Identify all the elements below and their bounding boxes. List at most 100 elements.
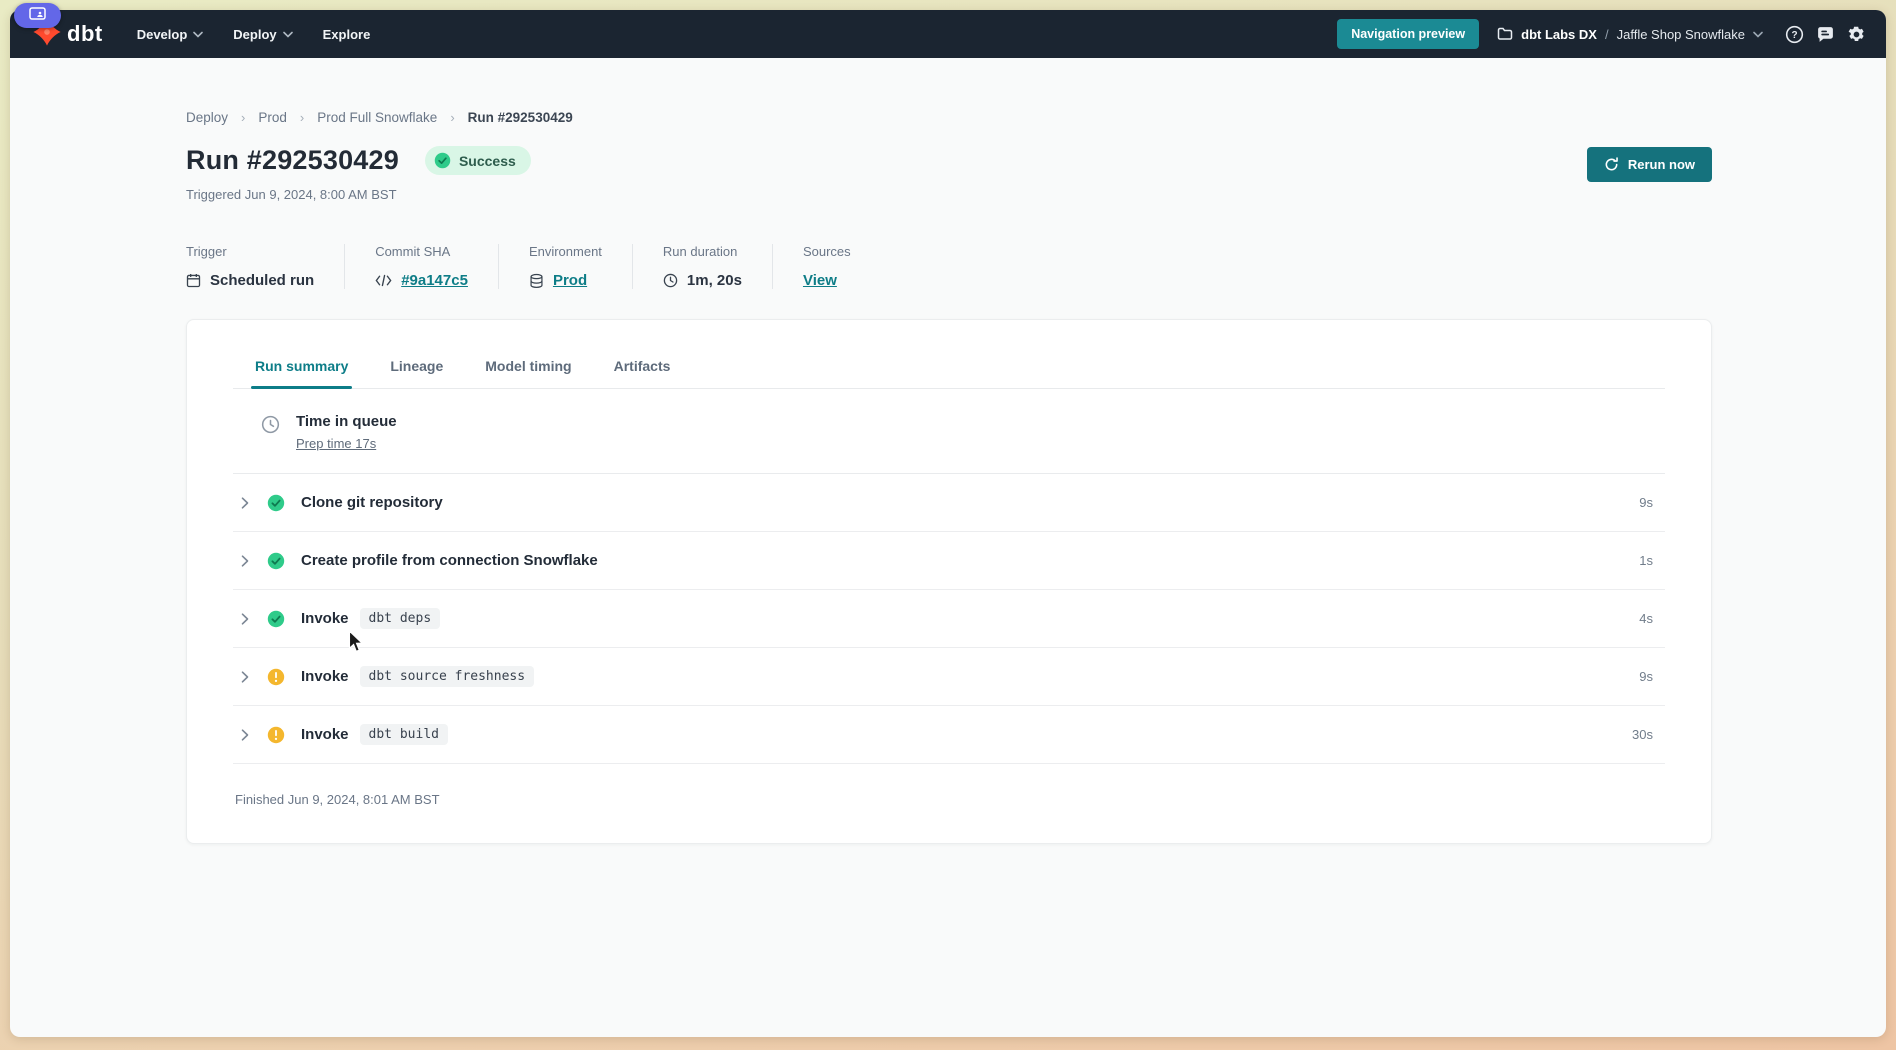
breadcrumb-item-prod-full-snowflake[interactable]: Prod Full Snowflake [317, 110, 437, 125]
help-icon[interactable]: ? [1785, 25, 1804, 44]
step-command-chip: dbt deps [360, 608, 441, 629]
step-row[interactable]: Invoke dbt deps 4s [233, 590, 1665, 648]
tab-run-summary[interactable]: Run summary [255, 358, 348, 388]
status-badge: Success [425, 146, 531, 175]
screenshot-frame: dbt Develop Deploy Explore Navigation prev… [0, 0, 1896, 1050]
meta-row: Trigger Scheduled run Commit SHA #9a147c5 En… [186, 244, 1712, 289]
tab-artifacts[interactable]: Artifacts [614, 358, 671, 388]
meta-label: Commit SHA [375, 244, 468, 259]
account-switcher[interactable]: dbt Labs DX / Jaffle Shop Snowflake [1497, 27, 1763, 42]
nav-menu-deploy[interactable]: Deploy [233, 27, 292, 42]
account-org-name: dbt Labs DX [1521, 27, 1597, 42]
run-summary-card: Run summaryLineageModel timingArtifacts … [186, 319, 1712, 844]
time-in-queue-section: Time in queue Prep time 17s [233, 389, 1665, 474]
page-title: Run #292530429 [186, 145, 399, 176]
nav-menus: Develop Deploy Explore [137, 27, 371, 42]
finished-timestamp: Finished Jun 9, 2024, 8:01 AM BST [233, 764, 1665, 843]
breadcrumb: Deploy › Prod › Prod Full Snowflake › Run #292… [186, 110, 1712, 125]
nav-menu-label: Develop [137, 27, 188, 42]
step-list: Clone git repository 9s Create profile fro… [233, 474, 1665, 764]
folder-icon [1497, 27, 1513, 41]
clock-icon [663, 273, 678, 288]
prep-time-link[interactable]: Prep time 17s [296, 436, 376, 451]
breadcrumb-separator: › [300, 110, 304, 125]
tab-model-timing[interactable]: Model timing [485, 358, 571, 388]
meta-text: Scheduled run [210, 272, 314, 289]
breadcrumb-item-prod[interactable]: Prod [258, 110, 287, 125]
step-duration: 9s [1639, 495, 1665, 510]
breadcrumb-item-run-292530429: Run #292530429 [468, 110, 573, 125]
step-label: Clone git repository [301, 494, 443, 511]
step-label: Invoke [301, 726, 349, 743]
meta-label: Sources [803, 244, 851, 259]
nav-menu-label: Deploy [233, 27, 276, 42]
meta-label: Trigger [186, 244, 314, 259]
code-icon [375, 274, 392, 287]
step-label: Create profile from connection Snowflake [301, 552, 598, 569]
screen-share-badge[interactable] [14, 3, 61, 28]
chevron-down-icon [193, 31, 203, 38]
meta-link[interactable]: #9a147c5 [401, 272, 468, 289]
chevron-down-icon [1753, 31, 1763, 38]
feedback-icon[interactable] [1816, 25, 1835, 44]
meta-label: Environment [529, 244, 602, 259]
svg-text:?: ? [1791, 30, 1797, 41]
database-icon [529, 273, 544, 289]
chevron-right-icon [241, 729, 249, 741]
calendar-icon [186, 273, 201, 288]
meta-link[interactable]: Prod [553, 272, 587, 289]
tab-lineage[interactable]: Lineage [390, 358, 443, 388]
tabbar: Run summary Lineage Model timing Artifacts [233, 320, 1665, 389]
dbt-logo-text: dbt [67, 21, 103, 47]
chevron-right-icon [241, 613, 249, 625]
top-navbar: dbt Develop Deploy Explore Navigation prev… [10, 10, 1886, 58]
navbar-right: Navigation preview dbt Labs DX / Jaffle … [1337, 19, 1866, 49]
check-circle-icon [434, 152, 451, 169]
step-command-chip: dbt build [360, 724, 448, 745]
warning-circle-icon [267, 726, 285, 744]
queue-title: Time in queue [296, 413, 397, 430]
meta-run-duration: Run duration1m, 20s [632, 244, 772, 289]
nav-menu-develop[interactable]: Develop [137, 27, 204, 42]
triggered-timestamp: Triggered Jun 9, 2024, 8:00 AM BST [186, 187, 531, 202]
meta-commit-sha: Commit SHA #9a147c5 [344, 244, 498, 289]
breadcrumb-item-deploy[interactable]: Deploy [186, 110, 228, 125]
step-row[interactable]: Clone git repository 9s [233, 474, 1665, 532]
step-command-chip: dbt source freshness [360, 666, 535, 687]
account-project-name: Jaffle Shop Snowflake [1617, 27, 1745, 42]
warning-circle-icon [267, 668, 285, 686]
navbar-action-icons: ? [1785, 25, 1866, 44]
step-duration: 1s [1639, 553, 1665, 568]
nav-menu-label: Explore [323, 27, 371, 42]
breadcrumb-separator: › [241, 110, 245, 125]
meta-text: 1m, 20s [687, 272, 742, 289]
account-separator: / [1605, 27, 1609, 42]
step-row[interactable]: Invokedbt build30s [233, 706, 1665, 764]
navigation-preview-button[interactable]: Navigation preview [1337, 19, 1479, 49]
step-duration: 9s [1639, 669, 1665, 684]
run-detail-page: Deploy › Prod › Prod Full Snowflake › Run #292… [10, 58, 1886, 1037]
step-label: Invoke [301, 610, 349, 627]
step-row[interactable]: Invoke dbt source freshness 9s [233, 648, 1665, 706]
check-circle-icon [267, 494, 285, 512]
rerun-now-button[interactable]: Rerun now [1587, 147, 1712, 182]
breadcrumb-separator: › [450, 110, 454, 125]
chevron-right-icon [241, 555, 249, 567]
page-header: Run #292530429 Success Triggered Jun 9, … [186, 145, 1712, 202]
step-row[interactable]: Create profile from connection Snowflake… [233, 532, 1665, 590]
check-circle-icon [267, 610, 285, 628]
meta-environment: Environment Prod [498, 244, 632, 289]
step-label: Invoke [301, 668, 349, 685]
check-circle-icon [267, 552, 285, 570]
settings-icon[interactable] [1847, 25, 1866, 44]
queue-clock-icon [261, 415, 280, 434]
chevron-down-icon [283, 31, 293, 38]
step-duration: 4s [1639, 611, 1665, 626]
meta-link[interactable]: View [803, 272, 837, 289]
meta-trigger: Trigger Scheduled run [186, 244, 344, 289]
dbt-cloud-app: dbt Develop Deploy Explore Navigation prev… [10, 10, 1886, 1037]
screen-share-icon [29, 7, 46, 25]
nav-menu-explore[interactable]: Explore [323, 27, 371, 42]
meta-sources: Sources View [772, 244, 881, 289]
status-badge-label: Success [459, 153, 516, 169]
